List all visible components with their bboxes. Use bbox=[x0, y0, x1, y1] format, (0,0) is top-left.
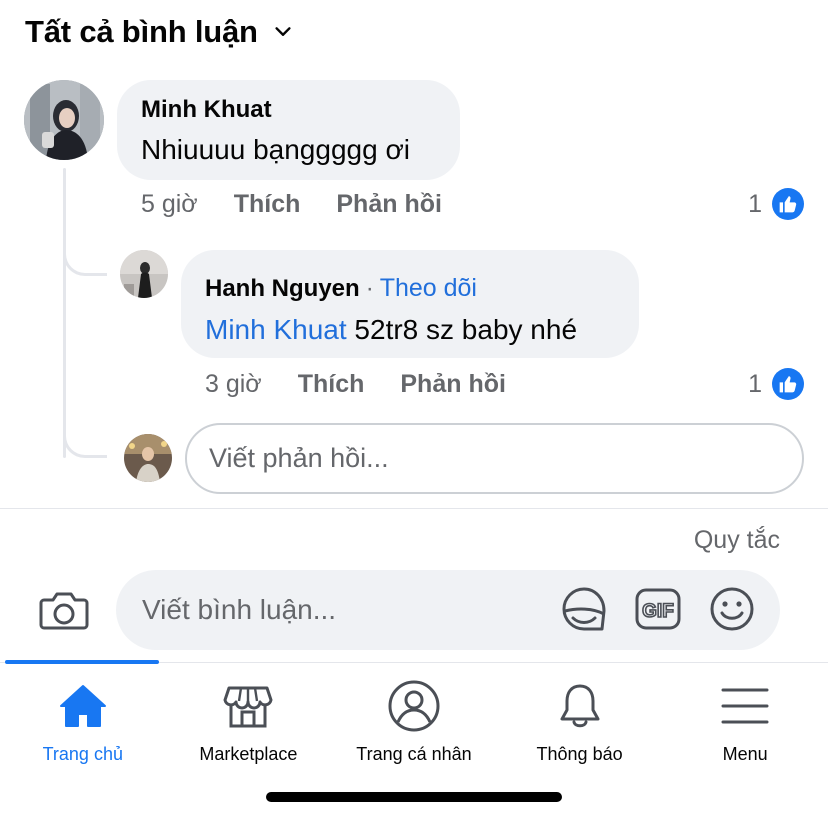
comment-filter-dropdown[interactable]: Tất cả bình luận bbox=[25, 14, 294, 50]
reply-text-line: Minh Khuat 52tr8 sz baby nhé bbox=[205, 314, 577, 346]
reply-input[interactable]: Viết phản hồi... bbox=[185, 423, 804, 494]
divider bbox=[0, 508, 828, 509]
reaction-count: 1 bbox=[748, 189, 762, 218]
nav-label: Marketplace bbox=[199, 744, 298, 764]
like-button[interactable]: Thích bbox=[298, 370, 365, 399]
comment-author[interactable]: Minh Khuat bbox=[141, 96, 272, 124]
reaction-count: 1 bbox=[748, 369, 762, 398]
reply-timestamp[interactable]: 3 giờ bbox=[205, 370, 262, 399]
thread-branch bbox=[63, 240, 107, 276]
comment-bubble: Minh Khuat Nhiuuuu bạnggggg ơi bbox=[117, 80, 460, 180]
reaction-summary[interactable]: 1 bbox=[748, 188, 804, 220]
nav-label: Trang chủ bbox=[42, 744, 123, 764]
camera-icon bbox=[39, 592, 89, 630]
reply-input-placeholder: Viết phản hồi... bbox=[209, 443, 389, 473]
emoji-button[interactable] bbox=[706, 583, 758, 635]
nav-profile[interactable]: Trang cá nhân bbox=[331, 676, 497, 776]
reply-text: 52tr8 sz baby nhé bbox=[354, 314, 578, 345]
gif-button[interactable]: GIF bbox=[632, 583, 684, 635]
reply-button[interactable]: Phản hồi bbox=[400, 370, 506, 399]
thumbs-up-icon bbox=[772, 188, 804, 220]
avatar-minh-khuat[interactable] bbox=[24, 80, 104, 160]
home-indicator bbox=[266, 792, 562, 802]
thread-branch bbox=[63, 418, 107, 458]
bell-icon bbox=[560, 684, 600, 728]
marketplace-icon bbox=[223, 686, 273, 728]
avatar-hanh-nguyen[interactable] bbox=[120, 250, 168, 298]
camera-button[interactable] bbox=[38, 584, 90, 636]
gif-icon: GIF bbox=[635, 588, 681, 630]
thumbs-up-icon bbox=[772, 368, 804, 400]
current-user-avatar bbox=[124, 434, 172, 482]
thread-connector bbox=[63, 168, 66, 458]
home-icon bbox=[59, 685, 106, 727]
composer-icons: GIF bbox=[558, 583, 758, 635]
comment-actions: 5 giờ Thích Phản hồi bbox=[141, 190, 442, 219]
bottom-navigation: Trang chủ Marketplace Trang cá nhân Thôn… bbox=[0, 676, 828, 776]
reply-author[interactable]: Hanh Nguyen bbox=[205, 275, 360, 303]
comment-filter-label: Tất cả bình luận bbox=[25, 14, 258, 49]
nav-label: Menu bbox=[722, 744, 768, 764]
mention-link[interactable]: Minh Khuat bbox=[205, 314, 347, 345]
profile-icon bbox=[388, 680, 440, 732]
menu-icon bbox=[721, 688, 769, 724]
reply-button[interactable]: Phản hồi bbox=[336, 190, 442, 219]
comment-input-placeholder: Viết bình luận... bbox=[142, 594, 337, 625]
comment-input[interactable]: Viết bình luận... GIF bbox=[116, 570, 780, 650]
reply-actions: 3 giờ Thích Phản hồi bbox=[205, 370, 506, 399]
nav-home[interactable]: Trang chủ bbox=[0, 676, 166, 776]
sticker-button[interactable] bbox=[558, 583, 610, 635]
nav-notifications[interactable]: Thông báo bbox=[497, 676, 663, 776]
like-button[interactable]: Thích bbox=[234, 190, 301, 219]
chevron-down-icon bbox=[275, 27, 291, 36]
nav-label: Thông báo bbox=[536, 744, 623, 764]
emoji-icon bbox=[710, 587, 754, 631]
rules-link[interactable]: Quy tắc bbox=[694, 526, 780, 555]
reply-header: Hanh Nguyen · Theo dõi bbox=[205, 274, 477, 303]
reply-bubble: Hanh Nguyen · Theo dõi Minh Khuat 52tr8 … bbox=[181, 250, 639, 358]
reaction-summary[interactable]: 1 bbox=[748, 368, 804, 400]
nav-marketplace[interactable]: Marketplace bbox=[166, 676, 332, 776]
nav-label: Trang cá nhân bbox=[356, 744, 472, 764]
active-tab-indicator bbox=[5, 660, 159, 664]
separator-dot: · bbox=[365, 275, 374, 302]
comment-text: Nhiuuuu bạnggggg ơi bbox=[141, 134, 411, 165]
comment-timestamp[interactable]: 5 giờ bbox=[141, 190, 198, 219]
follow-button[interactable]: Theo dõi bbox=[380, 274, 477, 303]
sticker-icon bbox=[562, 587, 606, 631]
nav-menu[interactable]: Menu bbox=[662, 676, 828, 776]
svg-text:GIF: GIF bbox=[642, 601, 674, 622]
